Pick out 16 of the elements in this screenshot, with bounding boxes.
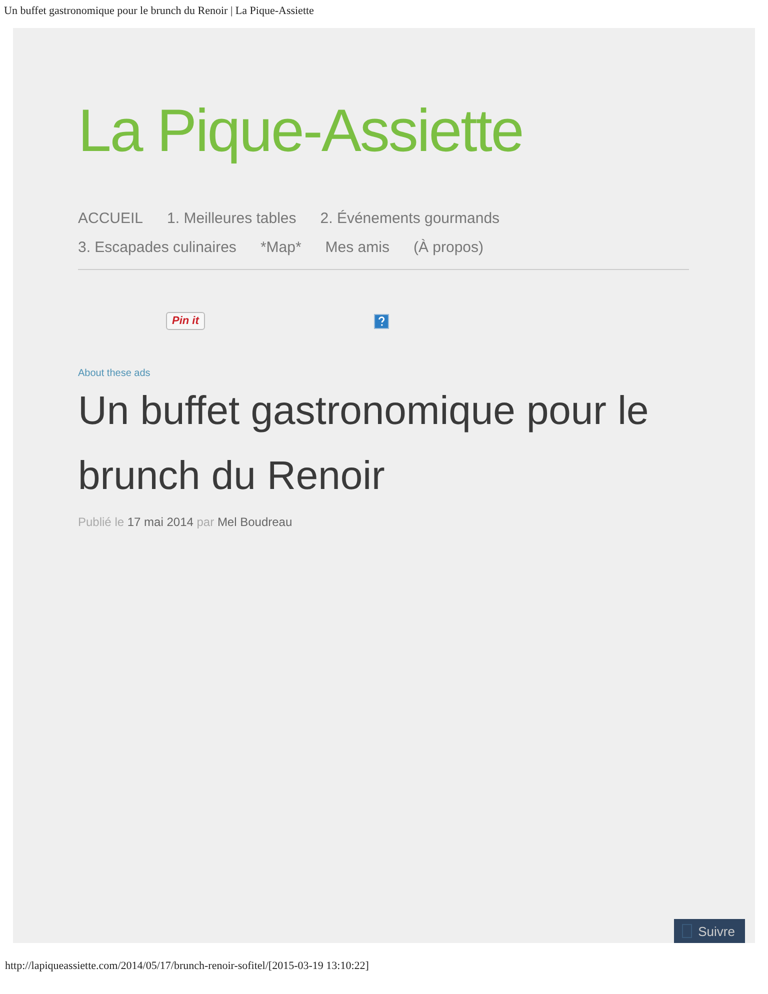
follow-button[interactable]: Suivre <box>674 919 745 943</box>
nav-link[interactable]: Mes amis <box>325 233 390 262</box>
nav-link[interactable]: (À propos) <box>413 233 484 262</box>
post-title: Un buffet gastronomique pour le brunch du Renoir <box>78 388 650 500</box>
pin-it-button[interactable]: Pin it <box>166 312 205 330</box>
nav-link[interactable]: *Map* <box>260 233 302 262</box>
page-url: http://lapiqueassiette.com/2014/05/17/brunch-renoir-sofitel/[2015-03-19 13:10:22] <box>5 960 369 972</box>
nav-link[interactable]: 3. Escapades culinaires <box>78 233 236 262</box>
nav-link[interactable]: ACCUEIL <box>78 204 144 233</box>
help-icon[interactable] <box>374 314 389 328</box>
site-title[interactable]: La Pique-Assiette <box>78 96 523 166</box>
page-title: Un buffet gastronomique pour le brunch du Renoir | La Pique-Assiette <box>4 5 314 17</box>
post-meta: Publié le 17 mai 2014 par Mel Boudreau <box>78 515 294 529</box>
nav-link[interactable]: 1. Meilleures tables <box>167 204 296 233</box>
nav-link[interactable]: 2. Événements gourmands <box>320 204 500 233</box>
ads-link[interactable]: About these ads <box>78 368 150 379</box>
